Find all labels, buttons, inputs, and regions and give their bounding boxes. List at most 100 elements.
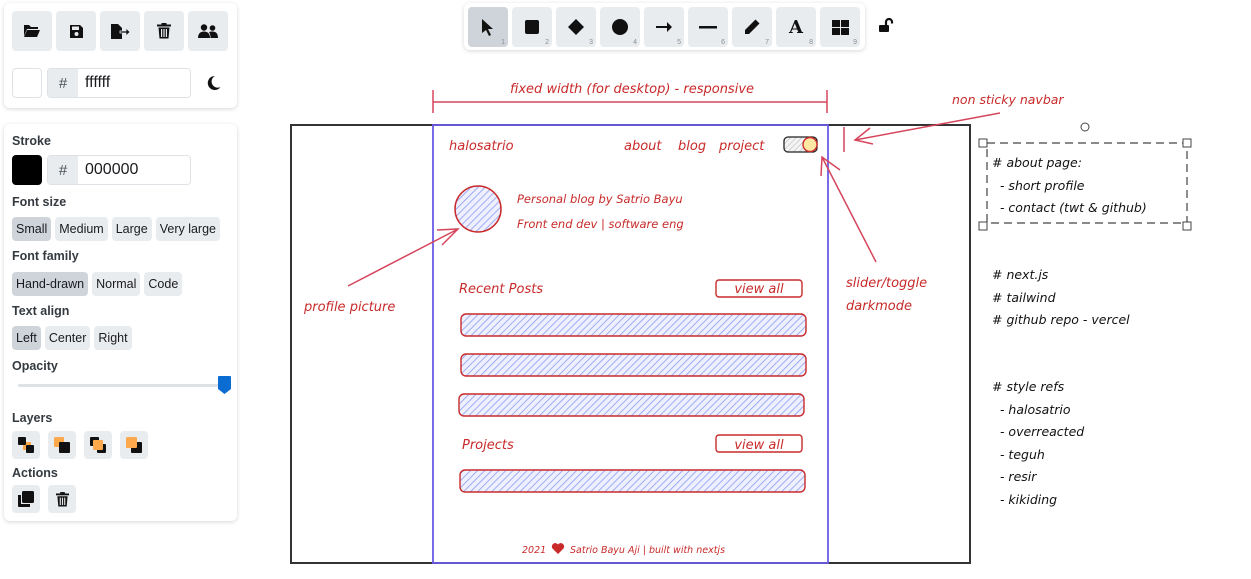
stroke-color-field: #: [47, 155, 191, 185]
width-annotation[interactable]: fixed width (for desktop) - responsive: [510, 82, 754, 97]
export-icon: [111, 23, 130, 39]
shortcut-label: 6: [721, 39, 725, 46]
text-align-left[interactable]: Left: [12, 326, 41, 350]
font-family-code[interactable]: Code: [144, 272, 183, 296]
profile-picture-sketch[interactable]: [454, 185, 502, 233]
shortcut-label: 7: [765, 39, 769, 46]
clear-canvas-button[interactable]: [144, 11, 184, 51]
stack-notes-line[interactable]: # tailwind: [992, 290, 1056, 305]
projects-view-all[interactable]: view all: [715, 434, 803, 453]
open-button[interactable]: [12, 11, 52, 51]
actions-label: Actions: [12, 466, 58, 480]
footer-text[interactable]: Satrio Bayu Aji | built with nextjs: [570, 545, 725, 556]
style-notes-line[interactable]: # style refs: [992, 379, 1065, 394]
bring-to-front-button[interactable]: [120, 431, 148, 459]
toggle-arrow[interactable]: [820, 155, 877, 263]
style-notes-line[interactable]: - overreacted: [992, 424, 1084, 439]
nav-link-blog[interactable]: blog: [678, 139, 706, 154]
opacity-slider-thumb[interactable]: [218, 376, 231, 394]
nav-link-project[interactable]: project: [718, 139, 765, 154]
shortcut-label: 8: [809, 39, 813, 46]
about-notes-line[interactable]: - contact (twt & github): [992, 200, 1147, 215]
about-notes-line[interactable]: # about page:: [992, 155, 1082, 170]
tool-arrow[interactable]: 5: [644, 7, 684, 47]
hash-label: #: [48, 69, 78, 97]
style-notes-line[interactable]: - kikiding: [992, 492, 1057, 507]
tool-draw[interactable]: 7: [732, 7, 772, 47]
font-family-normal[interactable]: Normal: [92, 272, 141, 296]
stroke-color-input[interactable]: [78, 156, 190, 184]
opacity-slider-track[interactable]: [18, 384, 231, 387]
style-notes-line[interactable]: - teguh: [992, 447, 1045, 462]
background-color-swatch[interactable]: [12, 68, 42, 98]
tool-line[interactable]: 6: [688, 7, 728, 47]
stroke-label: Stroke: [12, 134, 51, 148]
shortcut-label: 3: [589, 39, 593, 46]
background-color-input[interactable]: [78, 69, 190, 97]
library-grid-icon: [831, 19, 849, 35]
nav-link-about[interactable]: about: [624, 139, 662, 154]
font-size-medium[interactable]: Medium: [55, 217, 108, 241]
browser-frame[interactable]: [290, 124, 971, 564]
stack-notes-line[interactable]: # github repo - vercel: [992, 312, 1130, 327]
profile-line-1[interactable]: Personal blog by Satrio Bayu: [517, 192, 683, 206]
tool-diamond[interactable]: 3: [556, 7, 596, 47]
collaboration-button[interactable]: [188, 11, 228, 51]
project-placeholder[interactable]: [459, 469, 806, 493]
trash-icon: [55, 491, 69, 506]
profile-line-2[interactable]: Front end dev | software eng: [517, 217, 684, 231]
save-icon: [69, 24, 83, 38]
tool-library[interactable]: 9: [820, 7, 860, 47]
background-color-field: #: [47, 68, 191, 98]
square-icon: [525, 20, 539, 34]
tool-selection[interactable]: 1: [468, 7, 508, 47]
font-size-very-large[interactable]: Very large: [155, 217, 220, 241]
projects-title[interactable]: Projects: [462, 438, 514, 453]
profile-arrow[interactable]: [347, 228, 460, 287]
export-button[interactable]: [100, 11, 140, 51]
layers-label: Layers: [12, 411, 53, 425]
stack-notes-line[interactable]: # next.js: [992, 267, 1049, 282]
text-align-center[interactable]: Center: [44, 326, 91, 350]
bring-to-front-icon: [126, 437, 142, 453]
style-notes-line[interactable]: - halosatrio: [992, 402, 1071, 417]
bring-forward-button[interactable]: [84, 431, 112, 459]
theme-toggle-button[interactable]: [203, 73, 223, 93]
delete-button[interactable]: [48, 485, 76, 513]
text-align-right[interactable]: Right: [94, 326, 132, 350]
style-notes-line[interactable]: - resir: [992, 469, 1037, 484]
darkmode-toggle-sketch[interactable]: [783, 136, 818, 153]
recent-posts-title[interactable]: Recent Posts: [459, 282, 543, 297]
profile-annotation[interactable]: profile picture: [303, 300, 395, 315]
tool-text[interactable]: A 8: [776, 7, 816, 47]
about-notes-line[interactable]: - short profile: [992, 178, 1085, 193]
navbar-arrow[interactable]: [843, 112, 1001, 152]
toggle-annotation-2[interactable]: darkmode: [846, 299, 912, 314]
toggle-annotation-1[interactable]: slider/toggle: [846, 276, 927, 291]
nav-brand[interactable]: halosatrio: [449, 139, 514, 154]
diamond-icon: [568, 19, 584, 35]
post-placeholder[interactable]: [458, 393, 805, 417]
file-panel: #: [4, 3, 237, 108]
text-icon: A: [789, 16, 803, 38]
font-size-large[interactable]: Large: [111, 217, 152, 241]
stroke-color-swatch[interactable]: [12, 155, 42, 185]
tool-rectangle[interactable]: 2: [512, 7, 552, 47]
shortcut-label: 9: [853, 39, 857, 46]
send-backward-button[interactable]: [48, 431, 76, 459]
tool-ellipse[interactable]: 4: [600, 7, 640, 47]
opacity-label: Opacity: [12, 359, 58, 373]
rotation-handle[interactable]: [1080, 122, 1090, 132]
font-size-small[interactable]: Small: [12, 217, 52, 241]
duplicate-button[interactable]: [12, 485, 40, 513]
footer-year[interactable]: 2021: [522, 545, 546, 556]
recent-posts-view-all[interactable]: view all: [715, 279, 803, 298]
unlock-icon[interactable]: [878, 17, 896, 35]
font-family-hand-drawn[interactable]: Hand-drawn: [12, 272, 89, 296]
navbar-annotation[interactable]: non sticky navbar: [952, 92, 1064, 107]
post-placeholder[interactable]: [460, 313, 807, 337]
trash-icon: [157, 23, 171, 39]
send-to-back-button[interactable]: [12, 431, 40, 459]
save-button[interactable]: [56, 11, 96, 51]
post-placeholder[interactable]: [460, 353, 807, 377]
